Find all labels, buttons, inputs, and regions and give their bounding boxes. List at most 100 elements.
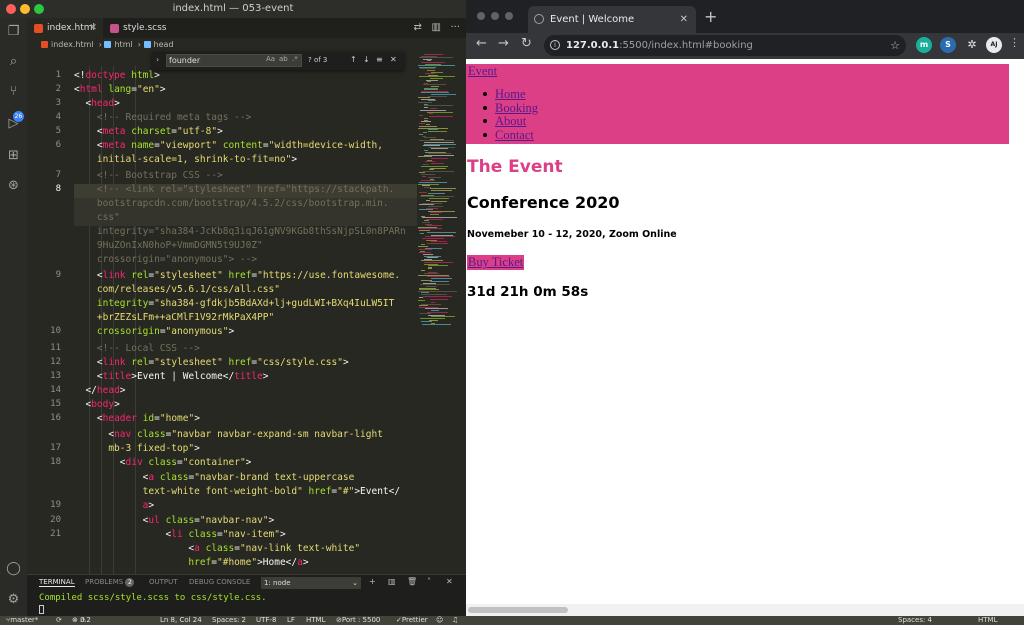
terminal-select[interactable]: 1: node ⌄ bbox=[261, 577, 361, 589]
tab-index-html[interactable]: index.html ✕ bbox=[27, 18, 103, 38]
run-debug-icon[interactable]: ▷ bbox=[6, 116, 21, 131]
problems-indicator[interactable]: ⊗ 0 ⚠ 2 bbox=[72, 616, 91, 625]
close-panel-icon[interactable]: ✕ bbox=[446, 577, 453, 586]
close-find-icon[interactable]: ✕ bbox=[390, 55, 397, 64]
settings-gear-icon[interactable]: ⚙ bbox=[6, 592, 21, 607]
browser-tab[interactable]: Event | Welcome ✕ bbox=[528, 6, 696, 33]
split-editor-icon[interactable]: ▥ bbox=[431, 22, 440, 33]
new-terminal-icon[interactable]: + bbox=[369, 577, 376, 586]
find-in-selection-icon[interactable]: ≡ bbox=[376, 55, 383, 64]
code-line: <!-- Bootstrap CSS --> bbox=[96, 170, 223, 181]
browser-menu-icon[interactable]: ⋮ bbox=[1009, 36, 1020, 49]
minimap-line bbox=[428, 268, 432, 270]
encoding[interactable]: UTF-8 bbox=[256, 616, 276, 625]
bell-icon[interactable]: ♫ bbox=[452, 616, 458, 625]
language-mode[interactable]: HTML bbox=[306, 616, 325, 625]
close-tab-icon[interactable]: ✕ bbox=[680, 6, 688, 33]
horizontal-scrollbar[interactable] bbox=[466, 604, 1024, 616]
minimize-window-button[interactable] bbox=[491, 12, 499, 20]
profile-avatar[interactable]: AJ bbox=[986, 37, 1002, 53]
reload-icon[interactable]: ↻ bbox=[521, 36, 532, 51]
code-editor[interactable]: 1 2 3 4 5 6 7 8 9 10 11 12 13 14 15 16 17 18 19 20 21 <!doct… bbox=[27, 66, 417, 574]
prettier-label: Prettier bbox=[401, 616, 428, 624]
tab-debug-console[interactable]: DEBUG CONSOLE bbox=[189, 578, 250, 586]
extension-m-icon[interactable]: m bbox=[916, 37, 932, 53]
cursor-position[interactable]: Ln 8, Col 24 bbox=[160, 616, 202, 625]
tab-problems[interactable]: PROBLEMS 2 bbox=[85, 578, 135, 587]
remote-icon[interactable]: ⊛ bbox=[6, 178, 21, 193]
zoom-window-button[interactable] bbox=[34, 4, 44, 14]
code-line: <meta name="viewport" content="width=dev… bbox=[96, 140, 383, 151]
minimap[interactable] bbox=[418, 52, 466, 572]
previous-match-icon[interactable]: ↑ bbox=[350, 55, 357, 64]
match-case-toggle[interactable]: Aa bbox=[266, 55, 275, 63]
breadcrumb-file[interactable]: index.html bbox=[51, 40, 94, 49]
next-match-icon[interactable]: ↓ bbox=[363, 55, 370, 64]
bookmark-star-icon[interactable]: ☆ bbox=[890, 35, 900, 56]
site-info-icon[interactable]: i bbox=[550, 40, 560, 50]
more-actions-icon[interactable]: ··· bbox=[450, 22, 460, 33]
address-bar[interactable]: i 127.0.0.1:5500/index.html#booking ☆ bbox=[544, 35, 906, 56]
tab-output[interactable]: OUTPUT bbox=[149, 578, 178, 586]
extension-s-icon[interactable]: S bbox=[940, 37, 956, 53]
back-arrow-icon[interactable]: ← bbox=[476, 36, 487, 51]
line-number: 8 bbox=[55, 184, 61, 194]
feedback-icon[interactable]: ☺ bbox=[436, 616, 443, 625]
open-changes-icon[interactable]: ⇄ bbox=[414, 22, 422, 33]
toggle-replace-icon[interactable]: › bbox=[156, 55, 159, 64]
branch-indicator[interactable]: ⑂ master* bbox=[6, 616, 38, 625]
close-window-button[interactable] bbox=[6, 4, 16, 14]
nav-link-booking[interactable]: Booking bbox=[495, 101, 538, 115]
zoom-window-button[interactable] bbox=[505, 12, 513, 20]
tab-terminal[interactable]: TERMINAL bbox=[39, 578, 75, 587]
new-tab-button[interactable]: + bbox=[704, 7, 717, 26]
scrollbar-thumb[interactable] bbox=[468, 607, 568, 613]
explorer-icon[interactable]: ❐ bbox=[6, 24, 21, 39]
nav-item-booking: Booking bbox=[480, 101, 538, 115]
trash-icon[interactable]: 🗑 bbox=[407, 577, 417, 586]
minimap-line bbox=[423, 170, 454, 172]
buy-ticket-link[interactable]: Buy Ticket bbox=[467, 255, 525, 270]
split-terminal-icon[interactable]: ▥ bbox=[388, 577, 396, 586]
live-server-port[interactable]: ⊘ Port : 5500 bbox=[336, 616, 380, 625]
search-icon[interactable]: ⌕ bbox=[6, 54, 21, 69]
minimap-line bbox=[430, 214, 439, 215]
minimap-line bbox=[422, 324, 451, 326]
source-control-icon[interactable]: ⑂ bbox=[6, 84, 21, 99]
language-mode[interactable]: HTML bbox=[978, 616, 997, 625]
page-subheading: Conference 2020 bbox=[467, 193, 620, 212]
code-line: initial-scale=1, shrink-to-fit=no"> bbox=[96, 154, 298, 165]
tab-style-scss[interactable]: style.scss bbox=[103, 18, 179, 38]
indentation[interactable]: Spaces: 4 bbox=[898, 616, 932, 625]
indentation[interactable]: Spaces: 2 bbox=[212, 616, 246, 625]
account-icon[interactable]: ◯ bbox=[6, 561, 21, 576]
site-navbar: Event Home Booking About Contact bbox=[466, 64, 1009, 144]
prettier-status[interactable]: ✓ Prettier bbox=[396, 616, 428, 625]
line-number: 11 bbox=[50, 343, 61, 353]
sync-icon[interactable]: ⟳ bbox=[56, 616, 62, 625]
url-host: 127.0.0.1 bbox=[566, 40, 620, 51]
minimap-line bbox=[418, 300, 425, 302]
close-window-button[interactable] bbox=[477, 12, 485, 20]
forward-arrow-icon[interactable]: → bbox=[498, 36, 509, 51]
browser-tab-title: Event | Welcome bbox=[550, 14, 635, 25]
extensions-icon[interactable]: ⊞ bbox=[6, 148, 21, 163]
navbar-brand-link[interactable]: Event bbox=[468, 64, 497, 79]
line-number: 18 bbox=[50, 457, 61, 467]
nav-link-about[interactable]: About bbox=[495, 114, 526, 128]
breadcrumb-head[interactable]: head bbox=[154, 40, 174, 49]
html-file-icon bbox=[34, 24, 43, 33]
minimize-window-button[interactable] bbox=[20, 4, 30, 14]
nav-link-home[interactable]: Home bbox=[495, 87, 526, 101]
whole-word-toggle[interactable]: ab bbox=[279, 55, 288, 63]
breadcrumb-html[interactable]: html bbox=[114, 40, 132, 49]
code-line: crossorigin="anonymous"> --> bbox=[96, 254, 258, 265]
code-line: </head> bbox=[85, 385, 126, 396]
extensions-puzzle-icon[interactable]: ✲ bbox=[964, 37, 980, 53]
nav-link-contact[interactable]: Contact bbox=[495, 128, 534, 142]
end-of-line[interactable]: LF bbox=[287, 616, 295, 625]
regex-toggle[interactable]: .* bbox=[292, 55, 298, 63]
close-tab-icon[interactable]: ✕ bbox=[89, 18, 97, 38]
line-number: 5 bbox=[55, 126, 61, 136]
maximize-panel-icon[interactable]: ˄ bbox=[427, 577, 431, 586]
